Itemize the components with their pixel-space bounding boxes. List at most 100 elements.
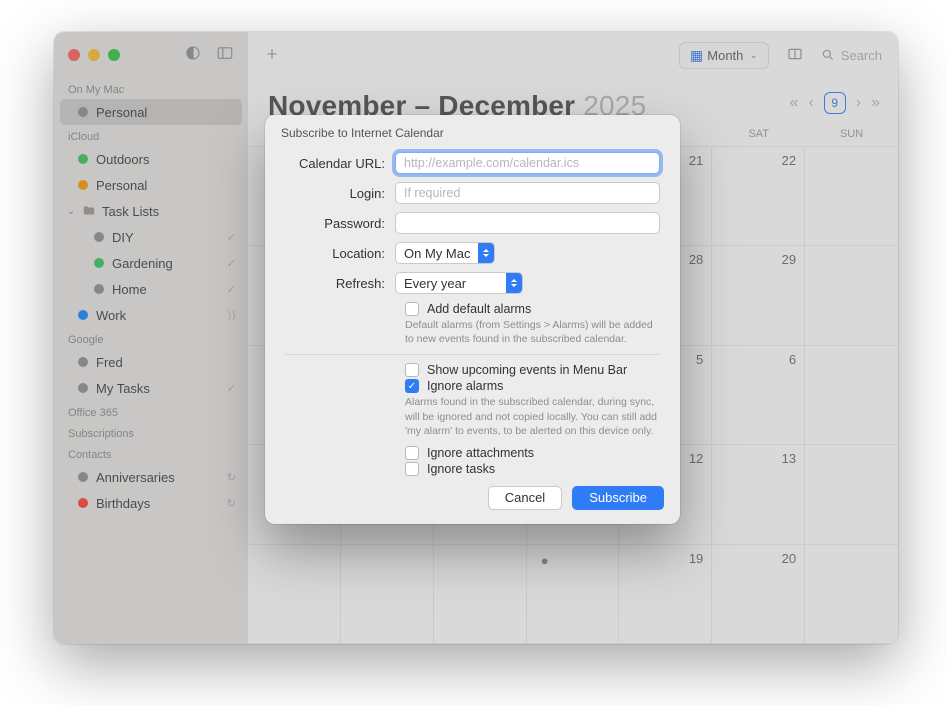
sidebar-item[interactable]: Home ✓ (54, 276, 248, 302)
day-cell[interactable] (248, 545, 341, 644)
sidebar-item-trailing-icon: ↻ (227, 471, 236, 484)
subscribe-button[interactable]: Subscribe (572, 486, 664, 510)
login-label: Login: (285, 186, 395, 201)
calendar-color-icon (78, 357, 88, 367)
sidebar-item-label: DIY (112, 230, 134, 245)
calendar-url-input[interactable] (395, 152, 660, 174)
location-select[interactable]: On My Mac (395, 242, 495, 264)
month-navigation: « ‹ 9 › » (790, 92, 880, 114)
sidebar-folder[interactable]: ⌄Task Lists (54, 198, 248, 224)
cancel-button[interactable]: Cancel (488, 486, 562, 510)
sidebar-item[interactable]: Outdoors (54, 146, 248, 172)
checkbox-icon (405, 363, 419, 377)
nav-next-icon[interactable]: › (856, 94, 861, 112)
view-label: Month (707, 48, 743, 63)
calendar-color-icon (78, 472, 88, 482)
checkbox-checked-icon: ✓ (405, 379, 419, 393)
traffic-lights[interactable] (68, 49, 120, 61)
checkbox-icon (405, 446, 419, 460)
sidebar-item-trailing-icon: ✓ (227, 257, 236, 270)
sidebar-item[interactable]: Birthdays↻ (54, 490, 248, 516)
sidebar-item[interactable]: Fred (54, 349, 248, 375)
show-menu-bar-checkbox[interactable]: Show upcoming events in Menu Bar (405, 363, 660, 377)
day-cell[interactable]: 20 (712, 545, 805, 644)
add-default-alarms-checkbox[interactable]: Add default alarms (405, 302, 660, 316)
view-switcher[interactable]: ▦ Month ⌄ (679, 42, 769, 69)
day-cell[interactable]: 29 (712, 246, 805, 345)
url-label: Calendar URL: (285, 156, 395, 171)
sidebar-item-trailing-icon: ✓ (227, 231, 236, 244)
sidebar-item[interactable]: Personal (54, 172, 248, 198)
calendar-color-icon (78, 383, 88, 393)
sidebar-toggle-icon[interactable] (216, 44, 234, 67)
nav-last-icon[interactable]: » (871, 94, 880, 112)
close-window-icon[interactable] (68, 49, 80, 61)
ignore-tasks-checkbox[interactable]: Ignore tasks (405, 462, 660, 476)
sidebar-item-label: Home (112, 282, 147, 297)
toolbar: ▦ Month ⌄ Search (248, 32, 898, 78)
sidebar-item-trailing-icon: ✓ (227, 382, 236, 395)
sidebar-item-label: Personal (96, 178, 147, 193)
calendar-color-icon (78, 107, 88, 117)
password-label: Password: (285, 216, 395, 231)
day-cell[interactable]: 22 (712, 147, 805, 246)
day-cell[interactable] (805, 545, 898, 644)
day-cell[interactable] (341, 545, 434, 644)
sidebar-section-title: Subscriptions (54, 422, 248, 443)
refresh-label: Refresh: (285, 276, 395, 291)
checkbox-icon (405, 302, 419, 316)
sidebar-item[interactable]: My Tasks ✓ (54, 375, 248, 401)
day-cell[interactable]: 19 (619, 545, 712, 644)
sidebar-item-label: Personal (96, 105, 147, 120)
default-alarms-help: Default alarms (from Settings > Alarms) … (405, 318, 660, 346)
subscribe-dialog: Subscribe to Internet Calendar Calendar … (265, 115, 680, 524)
sidebar-item-trailing-icon: ✓ (227, 283, 236, 296)
day-cell[interactable]: ● (527, 545, 620, 644)
day-cell[interactable] (805, 147, 898, 246)
sidebar-item-label: Birthdays (96, 496, 150, 511)
day-cell[interactable]: 6 (712, 346, 805, 445)
sidebar-item[interactable]: Work⟩⟩ (54, 302, 248, 328)
sidebar-item-label: Fred (96, 355, 123, 370)
search-field[interactable]: Search (821, 48, 882, 63)
day-cell[interactable] (805, 346, 898, 445)
sidebar-section-title: Office 365 (54, 401, 248, 422)
sidebar-item-label: Work (96, 308, 126, 323)
login-input[interactable] (395, 182, 660, 204)
sidebar-section-title: On My Mac (54, 78, 248, 99)
sidebar-item-label: Gardening (112, 256, 173, 271)
appearance-icon[interactable] (184, 44, 202, 67)
minimize-window-icon[interactable] (88, 49, 100, 61)
password-input[interactable] (395, 212, 660, 234)
today-button[interactable]: 9 (824, 92, 846, 114)
zoom-window-icon[interactable] (108, 49, 120, 61)
sidebar-item[interactable]: Anniversaries↻ (54, 464, 248, 490)
sidebar-section-title: Contacts (54, 443, 248, 464)
day-cell[interactable] (434, 545, 527, 644)
sidebar-item-label: My Tasks (96, 381, 150, 396)
nav-prev-icon[interactable]: ‹ (808, 94, 813, 112)
moon-phase-icon: ● (535, 553, 549, 567)
split-view-icon[interactable] (787, 46, 803, 65)
titlebar (54, 32, 248, 78)
add-button[interactable] (264, 46, 280, 65)
day-cell[interactable] (805, 246, 898, 345)
day-cell[interactable]: 13 (712, 445, 805, 544)
sidebar-item[interactable]: Personal (60, 99, 242, 125)
month-grid-icon: ▦ (690, 47, 701, 64)
calendar-color-icon (78, 154, 88, 164)
ignore-attachments-checkbox[interactable]: Ignore attachments (405, 446, 660, 460)
ignore-alarms-checkbox[interactable]: ✓ Ignore alarms (405, 379, 660, 393)
nav-first-icon[interactable]: « (790, 94, 799, 112)
calendar-color-icon (94, 232, 104, 242)
refresh-select[interactable]: Every year (395, 272, 523, 294)
calendar-color-icon (78, 310, 88, 320)
sidebar: On My MacPersonaliCloudOutdoorsPersonal⌄… (54, 32, 248, 644)
sidebar-item[interactable]: DIY ✓ (54, 224, 248, 250)
checkbox-icon (405, 462, 419, 476)
divider (285, 354, 660, 355)
sidebar-item[interactable]: Gardening ✓ (54, 250, 248, 276)
day-cell[interactable] (805, 445, 898, 544)
sidebar-item-label: Outdoors (96, 152, 149, 167)
calendar-color-icon (94, 258, 104, 268)
